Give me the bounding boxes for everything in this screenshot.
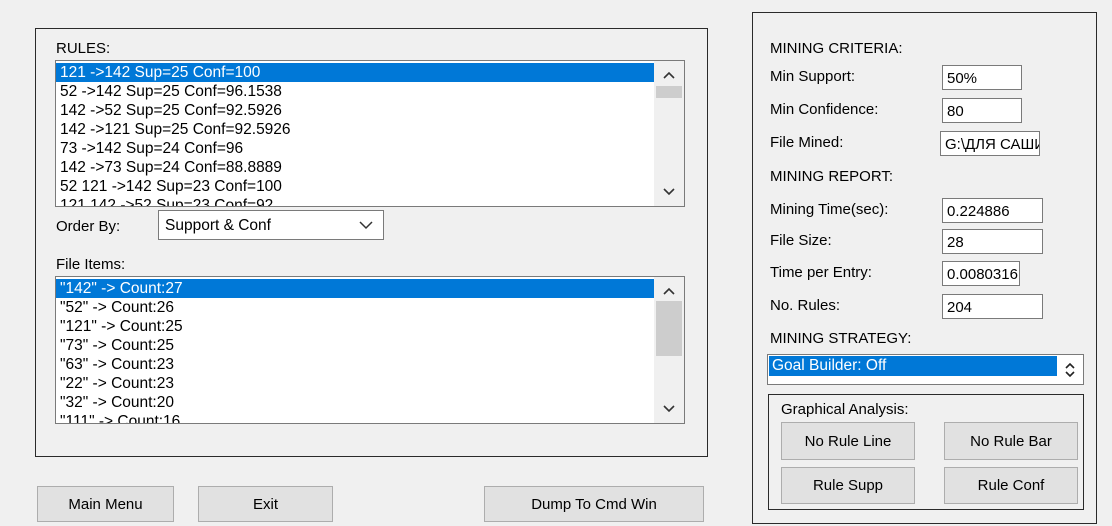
time-per-entry-label: Time per Entry: xyxy=(770,264,872,281)
rule-item[interactable]: 142 ->121 Sup=25 Conf=92.5926 xyxy=(56,120,654,139)
no-rules-label: No. Rules: xyxy=(770,297,841,314)
rules-listbox[interactable]: 121 ->142 Sup=25 Conf=100 52 ->142 Sup=2… xyxy=(55,60,685,207)
min-confidence-field[interactable]: 80 xyxy=(942,98,1022,123)
time-per-entry-field[interactable]: 0.0080316 xyxy=(942,261,1020,286)
order-by-label: Order By: xyxy=(56,218,121,235)
rules-list: 121 ->142 Sup=25 Conf=100 52 ->142 Sup=2… xyxy=(56,63,654,206)
file-items-listbox[interactable]: "142" -> Count:27 "52" -> Count:26 "121"… xyxy=(55,276,685,424)
scroll-down-icon[interactable] xyxy=(654,399,684,419)
file-item[interactable]: "111" -> Count:16 xyxy=(56,412,654,423)
scroll-thumb[interactable] xyxy=(656,301,682,356)
dump-to-cmd-win-button[interactable]: Dump To Cmd Win xyxy=(484,486,704,522)
file-size-field[interactable]: 28 xyxy=(942,229,1043,254)
scroll-thumb[interactable] xyxy=(656,86,682,98)
up-down-arrows-icon[interactable] xyxy=(1058,356,1082,383)
mining-strategy-heading: MINING STRATEGY: xyxy=(770,330,912,347)
rule-conf-button[interactable]: Rule Conf xyxy=(944,467,1078,504)
no-rule-bar-button[interactable]: No Rule Bar xyxy=(944,422,1078,460)
file-item[interactable]: "32" -> Count:20 xyxy=(56,393,654,412)
file-item[interactable]: "52" -> Count:26 xyxy=(56,298,654,317)
rule-item[interactable]: 73 ->142 Sup=24 Conf=96 xyxy=(56,139,654,158)
file-item[interactable]: "63" -> Count:23 xyxy=(56,355,654,374)
file-item[interactable]: "142" -> Count:27 xyxy=(56,279,654,298)
rule-item[interactable]: 52 121 ->142 Sup=23 Conf=100 xyxy=(56,177,654,196)
rule-item[interactable]: 121 142 ->52 Sup=23 Conf=92 xyxy=(56,196,654,206)
mining-criteria-heading: MINING CRITERIA: xyxy=(770,40,903,57)
no-rules-field[interactable]: 204 xyxy=(942,294,1043,319)
file-item[interactable]: "121" -> Count:25 xyxy=(56,317,654,336)
rule-supp-button[interactable]: Rule Supp xyxy=(781,467,915,504)
file-items-scrollbar[interactable] xyxy=(654,277,684,423)
mining-time-field[interactable]: 0.224886 xyxy=(942,198,1043,223)
file-item[interactable]: "73" -> Count:25 xyxy=(56,336,654,355)
no-rule-line-button[interactable]: No Rule Line xyxy=(781,422,915,460)
order-by-value: Support & Conf xyxy=(165,217,271,234)
exit-button[interactable]: Exit xyxy=(198,486,333,522)
graphical-analysis-title: Graphical Analysis: xyxy=(781,401,909,418)
file-items-list: "142" -> Count:27 "52" -> Count:26 "121"… xyxy=(56,279,654,423)
order-by-dropdown[interactable]: Support & Conf xyxy=(158,210,384,240)
min-support-label: Min Support: xyxy=(770,68,856,85)
main-menu-button[interactable]: Main Menu xyxy=(37,486,174,522)
mining-report-heading: MINING REPORT: xyxy=(770,168,894,185)
file-items-label: File Items: xyxy=(56,256,126,273)
chevron-down-icon xyxy=(348,211,383,239)
scroll-up-icon[interactable] xyxy=(654,281,684,301)
min-support-field[interactable]: 50% xyxy=(942,65,1022,90)
mining-strategy-listbox[interactable]: Goal Builder: Off xyxy=(767,354,1084,385)
rule-item[interactable]: 142 ->52 Sup=25 Conf=92.5926 xyxy=(56,101,654,120)
file-size-label: File Size: xyxy=(770,232,832,249)
rule-item[interactable]: 142 ->73 Sup=24 Conf=88.8889 xyxy=(56,158,654,177)
rules-scrollbar[interactable] xyxy=(654,61,684,206)
file-mined-label: File Mined: xyxy=(770,134,844,151)
min-confidence-label: Min Confidence: xyxy=(770,101,879,118)
file-mined-field[interactable]: G:\ДЛЯ САШИ\ xyxy=(940,131,1040,156)
rule-item[interactable]: 52 ->142 Sup=25 Conf=96.1538 xyxy=(56,82,654,101)
scroll-down-icon[interactable] xyxy=(654,182,684,202)
scroll-up-icon[interactable] xyxy=(654,65,684,85)
strategy-selected-item[interactable]: Goal Builder: Off xyxy=(769,356,1057,376)
rules-label: RULES: xyxy=(56,40,111,57)
mining-time-label: Mining Time(sec): xyxy=(770,201,889,218)
file-item[interactable]: "22" -> Count:23 xyxy=(56,374,654,393)
rule-item[interactable]: 121 ->142 Sup=25 Conf=100 xyxy=(56,63,654,82)
